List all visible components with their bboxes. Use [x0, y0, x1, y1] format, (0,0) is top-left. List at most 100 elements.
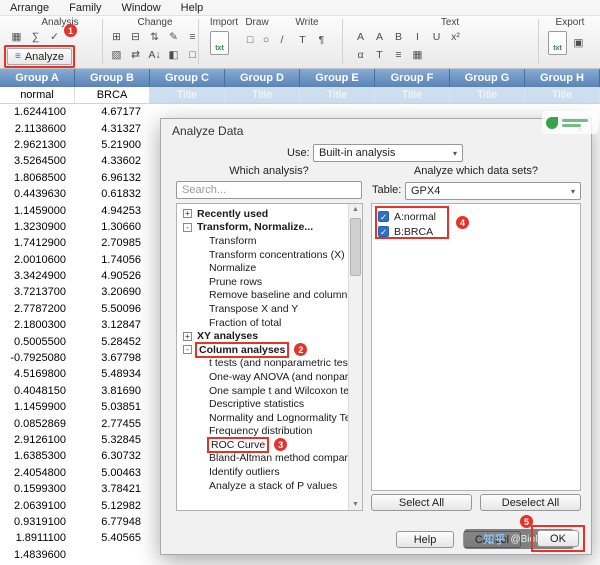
column-header[interactable]: Group H	[525, 69, 600, 87]
increase-font-icon[interactable]: A	[352, 29, 369, 45]
cell-group-b[interactable]: 5.32845	[75, 432, 150, 448]
tree-scrollbar[interactable]: ▲ ▼	[348, 204, 362, 510]
text-color-icon[interactable]: T	[371, 47, 388, 63]
cell-group-b[interactable]: 3.67798	[75, 350, 150, 366]
tree-expander-icon[interactable]: +	[183, 331, 192, 341]
sort-az-icon[interactable]: A↓	[146, 47, 163, 63]
menu-item[interactable]: Family	[69, 2, 101, 14]
cell-group-a[interactable]: 0.1599300	[0, 481, 75, 497]
import-data-icon[interactable]: txt	[210, 31, 229, 55]
analysis-tree-item[interactable]: Transpose X and Y	[177, 302, 348, 316]
scrollbar-thumb[interactable]	[350, 218, 361, 276]
column-title-cell[interactable]: Title	[225, 87, 300, 104]
rectangle-tool-icon[interactable]: □	[243, 32, 257, 48]
cell-group-a[interactable]: 2.9126100	[0, 432, 75, 448]
cell-group-b[interactable]: 5.03851	[75, 399, 150, 415]
cell-group-a[interactable]: 1.1459000	[0, 202, 75, 218]
checkbox-checked-icon[interactable]: ✓	[378, 211, 389, 222]
cell-group-b[interactable]: 4.33602	[75, 153, 150, 169]
checkbox-checked-icon[interactable]: ✓	[378, 226, 389, 237]
column-header[interactable]: Group D	[225, 69, 300, 87]
tree-expander-icon[interactable]: -	[183, 345, 192, 355]
use-dropdown[interactable]: Built-in analysis ▾	[313, 144, 463, 162]
italic-icon[interactable]: I	[409, 29, 426, 45]
dataset-item[interactable]: ✓ B:BRCA	[372, 224, 580, 239]
analyze-button[interactable]: ≡ Analyze	[7, 48, 72, 65]
paint-icon[interactable]: ◧	[165, 47, 182, 63]
column-title-cell[interactable]: Title	[375, 87, 450, 104]
cell-group-b[interactable]: 3.12847	[75, 317, 150, 333]
cell-group-b[interactable]: 3.20690	[75, 284, 150, 300]
deselect-all-button[interactable]: Deselect All	[480, 494, 581, 511]
cell-group-a[interactable]: 1.6244100	[0, 104, 75, 120]
cell-group-b[interactable]: 3.81690	[75, 383, 150, 399]
paragraph-icon[interactable]: ¶	[313, 32, 330, 48]
cell-group-b[interactable]: 6.96132	[75, 170, 150, 186]
analysis-tree-item[interactable]: Transform	[177, 234, 348, 248]
edit-values-icon[interactable]: ✎	[165, 29, 182, 45]
column-header[interactable]: Group E	[300, 69, 375, 87]
column-header[interactable]: Group F	[375, 69, 450, 87]
column-header[interactable]: Group G	[450, 69, 525, 87]
column-header[interactable]: Group C	[150, 69, 225, 87]
search-input[interactable]	[176, 181, 362, 199]
align-icon[interactable]: ≡	[390, 47, 407, 63]
help-button[interactable]: Help	[396, 531, 454, 548]
oval-tool-icon[interactable]: ○	[259, 32, 273, 48]
cell-group-a[interactable]: 1.8911100	[0, 530, 75, 546]
cell-group-a[interactable]: 2.1800300	[0, 317, 75, 333]
underline-icon[interactable]: U	[428, 29, 445, 45]
cell-group-b[interactable]: 5.48934	[75, 366, 150, 382]
cell-group-a[interactable]: 1.7412900	[0, 235, 75, 251]
analysis-tree-item[interactable]: Identify outliers	[177, 465, 348, 479]
tree-expander-icon[interactable]: -	[183, 223, 192, 232]
swap-columns-icon[interactable]: ⇄	[127, 47, 144, 63]
cell-group-a[interactable]: 3.5264500	[0, 153, 75, 169]
table-format-icon[interactable]: ▦	[409, 47, 426, 63]
menu-item[interactable]: Help	[181, 2, 204, 14]
clear-format-icon[interactable]: □	[184, 47, 201, 63]
column-title-cell[interactable]: BRCA	[75, 87, 150, 104]
cell-group-b[interactable]: 2.77455	[75, 415, 150, 431]
cell-group-a[interactable]: 0.4048150	[0, 383, 75, 399]
text-box-icon[interactable]: T	[294, 32, 311, 48]
analysis-tree-item[interactable]: Normalize	[177, 261, 348, 275]
stats-sigma-icon[interactable]: ∑	[27, 29, 44, 45]
cell-group-b[interactable]	[75, 547, 150, 563]
sort-icon[interactable]: ⇅	[146, 29, 163, 45]
scroll-down-icon[interactable]: ▼	[349, 501, 362, 508]
dataset-item[interactable]: ✓ A:normal	[372, 209, 580, 224]
delete-column-icon[interactable]: ⊟	[127, 29, 144, 45]
cell-group-b[interactable]: 3.78421	[75, 481, 150, 497]
ok-button[interactable]: OK	[537, 530, 579, 547]
analysis-tree-item[interactable]: Descriptive statistics	[177, 397, 348, 411]
cell-group-b[interactable]: 4.31327	[75, 120, 150, 136]
decrease-font-icon[interactable]: A	[371, 29, 388, 45]
cell-group-b[interactable]: 6.77948	[75, 514, 150, 530]
analysis-tree-item[interactable]: - Transform, Normalize...	[177, 221, 348, 235]
cell-group-b[interactable]: 6.30732	[75, 448, 150, 464]
analysis-tree-item[interactable]: ROC Curve 3	[177, 436, 348, 453]
cell-group-b[interactable]: 4.94253	[75, 202, 150, 218]
table-dropdown[interactable]: GPX4 ▾	[405, 182, 581, 200]
analysis-tree-item[interactable]: Bland-Altman method comparison	[177, 452, 348, 466]
column-title-cell[interactable]: Title	[300, 87, 375, 104]
cell-group-a[interactable]: 2.9621300	[0, 137, 75, 153]
cell-group-a[interactable]: -0.7925080	[0, 350, 75, 366]
greek-icon[interactable]: α	[352, 47, 369, 63]
cell-group-a[interactable]: 2.0639100	[0, 497, 75, 513]
cell-group-a[interactable]: 2.1138600	[0, 120, 75, 136]
analysis-tree-item[interactable]: Fraction of total	[177, 316, 348, 330]
analysis-tree-item[interactable]: Analyze a stack of P values	[177, 479, 348, 493]
analysis-tree-item[interactable]: t tests (and nonparametric tests)	[177, 357, 348, 371]
superscript-icon[interactable]: x²	[447, 29, 464, 45]
cell-group-a[interactable]: 1.4839600	[0, 547, 75, 563]
cell-group-a[interactable]: 0.0852869	[0, 415, 75, 431]
cell-group-a[interactable]: 1.1459900	[0, 399, 75, 415]
cell-group-b[interactable]: 5.28452	[75, 333, 150, 349]
format-icon[interactable]: ≡	[184, 29, 201, 45]
cell-group-b[interactable]: 1.74056	[75, 252, 150, 268]
export-image-icon[interactable]: ▣	[570, 35, 587, 51]
cell-group-b[interactable]: 4.90526	[75, 268, 150, 284]
line-tool-icon[interactable]: /	[275, 32, 289, 48]
